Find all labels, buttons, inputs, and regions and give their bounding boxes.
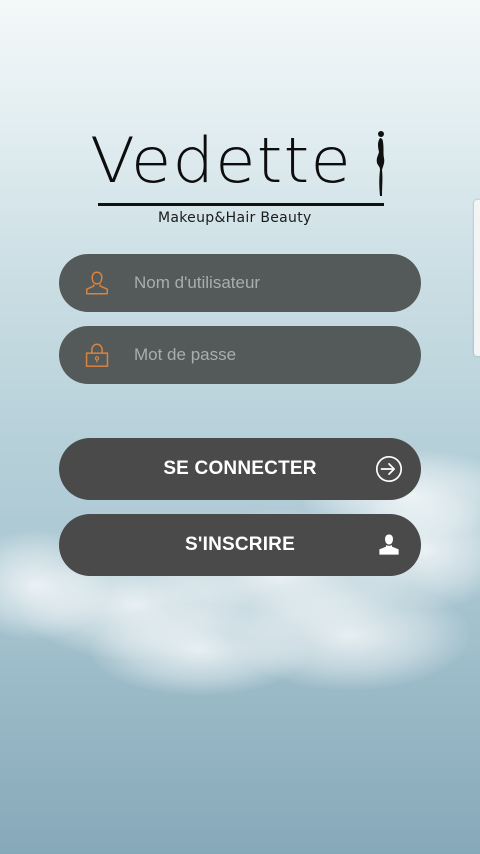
login-button[interactable]: SE CONNECTER (59, 438, 421, 500)
scrollbar-thumb[interactable] (474, 200, 480, 356)
user-outline-icon (82, 268, 112, 298)
user-solid-icon (373, 529, 405, 561)
silhouette-figure-icon (376, 131, 385, 196)
password-field[interactable] (59, 326, 421, 384)
register-button-label: S'INSCRIRE (185, 534, 295, 555)
sign-in-icon (373, 453, 405, 485)
password-input[interactable] (134, 345, 397, 365)
logo-underline (98, 203, 384, 206)
brand-logo: Vedette Makeup&Hair Beauty (88, 128, 390, 228)
login-button-label: SE CONNECTER (163, 458, 317, 479)
register-button[interactable]: S'INSCRIRE (59, 514, 421, 576)
logo-wordmark: Vedette (90, 124, 352, 197)
username-field[interactable] (59, 254, 421, 312)
lock-icon (82, 340, 112, 370)
username-input[interactable] (134, 273, 397, 293)
logo-tagline: Makeup&Hair Beauty (158, 210, 312, 226)
